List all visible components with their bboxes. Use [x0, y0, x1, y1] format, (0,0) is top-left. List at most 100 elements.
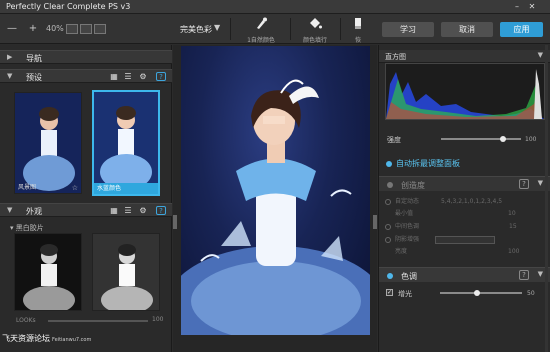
section-title: 导航	[26, 54, 42, 63]
setting-value: 100	[508, 248, 520, 255]
looks-slider[interactable]	[48, 320, 148, 322]
section-title: 色调	[401, 272, 417, 281]
dim-setting-row[interactable]: 中间色调 15	[385, 221, 517, 230]
vivid-slider-knob[interactable]	[473, 290, 480, 296]
close-button[interactable]: ✕	[527, 2, 537, 11]
right-panel-toggle[interactable]	[373, 215, 377, 229]
image-canvas[interactable]	[173, 45, 377, 352]
scrollbar[interactable]	[545, 45, 548, 352]
left-panel: ▶ 导航 ▼ 预设 ▦ ☰ ⚙ ? 风景图 ☆ 水蓝颜色 ▼ 外观 ▦ ☰ ⚙ …	[0, 45, 172, 352]
preset-thumbnail[interactable]: 风景图 ☆	[14, 92, 82, 194]
category-label: 黑白胶片	[15, 224, 44, 232]
dim-setting-row[interactable]: 最小值 10	[385, 208, 516, 217]
setting-value: 10	[508, 210, 516, 217]
split-view-button[interactable]	[80, 24, 92, 34]
chevron-down-icon[interactable]: ▼	[538, 270, 543, 278]
tool-label: 恢	[354, 37, 361, 44]
dim-setting-row[interactable]: 亮度 100	[385, 246, 519, 255]
looks-header[interactable]: ▼ 外观 ▦ ☰ ⚙ ?	[0, 203, 172, 217]
status-dot-icon	[387, 273, 393, 279]
help-icon[interactable]: ?	[156, 72, 166, 81]
gear-icon[interactable]: ⚙	[138, 72, 148, 81]
grid-view-icon[interactable]: ▦	[109, 72, 119, 81]
histogram-chart	[385, 63, 545, 120]
dim-setting-row[interactable]: 自定动态 5,4,3,2,1,0,1,2,3,4,5	[385, 196, 502, 205]
vivid-value: 50	[527, 290, 535, 297]
status-dot-icon	[387, 182, 393, 188]
side-by-side-view-button[interactable]	[94, 24, 106, 34]
vivid-slider[interactable]	[440, 292, 522, 294]
preset-thumbnail-selected[interactable]: 水蓝颜色	[92, 90, 160, 196]
single-view-button[interactable]	[66, 24, 78, 34]
minimize-button[interactable]: –	[512, 2, 522, 11]
mode-select[interactable]	[435, 235, 496, 244]
collapse-arrow-icon: ▼	[7, 206, 13, 214]
look-thumbnail[interactable]	[92, 233, 160, 311]
help-icon[interactable]: ?	[156, 206, 166, 215]
toolbar-divider	[230, 18, 231, 40]
section-title: 直方图	[385, 53, 406, 61]
expand-arrow-icon: ▶	[7, 53, 13, 61]
chevron-down-icon[interactable]: ▼	[214, 23, 220, 32]
left-panel-toggle[interactable]	[173, 215, 177, 229]
looks-slider-value: 100	[152, 316, 164, 323]
preview-photo	[181, 46, 370, 335]
dim-setting-row[interactable]: 阴影增强	[385, 234, 496, 244]
strength-slider[interactable]	[441, 138, 521, 140]
section-title: 外观	[26, 207, 42, 216]
watermark: 飞天资源论坛 Feitianwu7.com	[2, 333, 91, 347]
apply-button[interactable]: 应用	[500, 22, 543, 37]
strength-slider-knob[interactable]	[500, 136, 507, 142]
radio-button[interactable]	[385, 198, 391, 205]
look-thumbnail[interactable]	[14, 233, 82, 311]
zoom-in-button[interactable]: +	[27, 23, 39, 35]
color-fill-tool-button[interactable]: 颜色填行	[290, 17, 340, 44]
setting-label: 阴影增强	[395, 236, 420, 243]
creativity-section-header[interactable]: 创造度 ? ▼	[379, 176, 550, 191]
setting-label: 最小值	[395, 210, 414, 217]
list-view-icon[interactable]: ☰	[123, 206, 133, 215]
watermark-cn: 飞天资源论坛	[2, 334, 50, 343]
gear-icon[interactable]: ⚙	[138, 206, 148, 215]
list-view-icon[interactable]: ☰	[123, 72, 133, 81]
tool-label: 颜色填行	[302, 37, 327, 44]
section-title: 预设	[26, 73, 42, 82]
strength-label: 强度	[387, 136, 401, 144]
eraser-icon	[340, 17, 376, 33]
chevron-down-icon[interactable]: ▼	[538, 51, 543, 59]
auto-adjust-label: 自动拆最调整面板	[396, 159, 460, 168]
preset-dropdown[interactable]: 完美色彩	[180, 24, 212, 35]
histogram-header[interactable]: 直方图 ▼	[379, 50, 550, 63]
restore-tool-button[interactable]: 恢	[340, 17, 376, 44]
color-tone-section-header[interactable]: 色调 ? ▼	[379, 267, 550, 282]
right-panel: 直方图 ▼ 强度 100 自动拆最调整面板 创造度 ? ▼ 自定动态 5,4,3,…	[378, 45, 550, 352]
presets-header[interactable]: ▼ 预设 ▦ ☰ ⚙ ?	[0, 69, 172, 83]
auto-adjust-panel-toggle[interactable]: 自动拆最调整面板	[386, 158, 460, 169]
tool-label: 1自然颜色	[247, 37, 275, 44]
help-icon[interactable]: ?	[519, 179, 529, 189]
setting-label: 中间色调	[395, 223, 420, 230]
help-icon[interactable]: ?	[519, 270, 529, 280]
radio-button[interactable]	[385, 236, 391, 243]
learn-button[interactable]: 学习	[382, 22, 434, 37]
natural-color-tool-button[interactable]: 1自然颜色	[236, 17, 286, 44]
looks-slider-label: LOOKs	[16, 317, 36, 324]
strength-value: 100	[525, 136, 537, 143]
section-title: 创造度	[401, 181, 425, 190]
zoom-level: 40%	[46, 24, 64, 33]
status-dot-icon	[386, 160, 392, 167]
setting-label: 亮度	[395, 248, 408, 255]
radio-button[interactable]	[385, 223, 391, 230]
paint-bucket-icon	[290, 17, 340, 33]
navigation-header[interactable]: ▶ 导航	[0, 50, 172, 64]
setting-value: 15	[509, 223, 517, 230]
favorite-star-icon[interactable]: ☆	[72, 184, 78, 192]
chevron-down-icon[interactable]: ▼	[538, 179, 543, 187]
setting-scale: 5,4,3,2,1,0,1,2,3,4,5	[441, 198, 503, 205]
looks-category[interactable]: ▾ 黑白胶片	[10, 223, 44, 233]
watermark-en: Feitianwu7.com	[52, 337, 92, 343]
zoom-out-button[interactable]: —	[6, 23, 18, 35]
vivid-checkbox[interactable]: ✓	[386, 289, 393, 296]
cancel-button[interactable]: 取消	[441, 22, 493, 37]
grid-view-icon[interactable]: ▦	[109, 206, 119, 215]
